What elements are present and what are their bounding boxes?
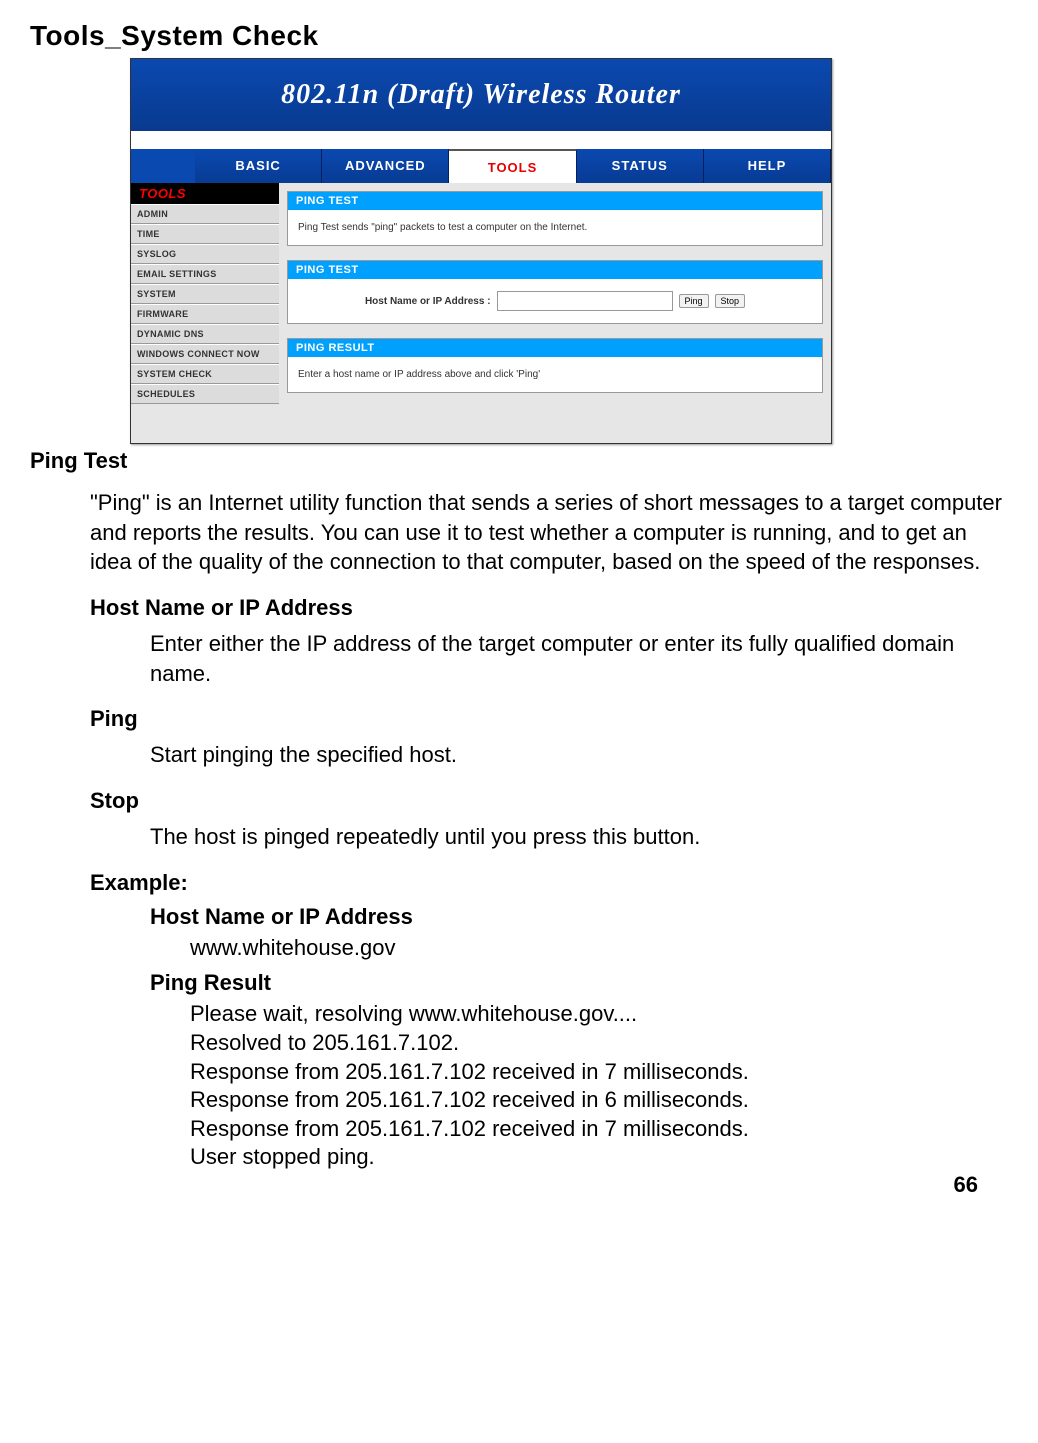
help-example-host-value: www.whitehouse.gov — [190, 934, 1008, 963]
tab-basic[interactable]: BASIC — [195, 149, 322, 183]
help-stop-body: The host is pinged repeatedly until you … — [150, 822, 1008, 852]
sidebar-item-syslog[interactable]: SYSLOG — [131, 244, 279, 264]
sidebar-item-schedules[interactable]: SCHEDULES — [131, 384, 279, 404]
host-ip-label: Host Name or IP Address : — [365, 296, 491, 307]
sidebar-item-time[interactable]: TIME — [131, 224, 279, 244]
help-example-host-heading: Host Name or IP Address — [150, 904, 1008, 930]
router-banner: 802.11n (Draft) Wireless Router — [131, 59, 831, 131]
panel-ping-intro: PING TEST Ping Test sends "ping" packets… — [287, 191, 823, 246]
sidebar-item-firmware[interactable]: FIRMWARE — [131, 304, 279, 324]
host-ip-input[interactable] — [497, 291, 673, 311]
sidebar-item-windows-connect-now[interactable]: WINDOWS CONNECT NOW — [131, 344, 279, 364]
help-host-heading: Host Name or IP Address — [90, 595, 1008, 621]
sidebar-item-admin[interactable]: ADMIN — [131, 204, 279, 224]
help-ping-heading: Ping — [90, 706, 1008, 732]
help-ping-test-heading: Ping Test — [30, 448, 1008, 474]
page-title: Tools_System Check — [30, 20, 1008, 52]
ping-line: User stopped ping. — [190, 1143, 1008, 1172]
router-content: PING TEST Ping Test sends "ping" packets… — [279, 183, 831, 443]
ping-line: Response from 205.161.7.102 received in … — [190, 1058, 1008, 1087]
panel-header-ping-result: PING RESULT — [288, 339, 822, 357]
panel-header-ping-form: PING TEST — [288, 261, 822, 279]
ping-line: Response from 205.161.7.102 received in … — [190, 1086, 1008, 1115]
panel-body-ping-intro: Ping Test sends "ping" packets to test a… — [288, 210, 822, 245]
sidebar-item-system[interactable]: SYSTEM — [131, 284, 279, 304]
help-ping-body: Start pinging the specified host. — [150, 740, 1008, 770]
router-ui-screenshot: 802.11n (Draft) Wireless Router BASIC AD… — [130, 58, 832, 444]
router-sidebar: TOOLS ADMIN TIME SYSLOG EMAIL SETTINGS S… — [131, 183, 279, 443]
sidebar-item-email-settings[interactable]: EMAIL SETTINGS — [131, 264, 279, 284]
panel-ping-result: PING RESULT Enter a host name or IP addr… — [287, 338, 823, 393]
ping-line: Response from 205.161.7.102 received in … — [190, 1115, 1008, 1144]
tab-help[interactable]: HELP — [704, 149, 831, 183]
tab-status[interactable]: STATUS — [577, 149, 704, 183]
panel-body-ping-result: Enter a host name or IP address above an… — [288, 357, 822, 392]
help-example-heading: Example: — [90, 870, 1008, 896]
sidebar-item-system-check[interactable]: SYSTEM CHECK — [131, 364, 279, 384]
ping-line: Resolved to 205.161.7.102. — [190, 1029, 1008, 1058]
help-stop-heading: Stop — [90, 788, 1008, 814]
sidebar-item-dynamic-dns[interactable]: DYNAMIC DNS — [131, 324, 279, 344]
help-example-ping-lines: Please wait, resolving www.whitehouse.go… — [30, 1000, 1008, 1172]
tab-tools[interactable]: TOOLS — [449, 149, 576, 183]
panel-ping-form: PING TEST Host Name or IP Address : Ping… — [287, 260, 823, 324]
panel-header-ping-intro: PING TEST — [288, 192, 822, 210]
help-ping-test-body: "Ping" is an Internet utility function t… — [90, 488, 1008, 577]
stop-button[interactable]: Stop — [715, 294, 746, 308]
ping-button[interactable]: Ping — [679, 294, 709, 308]
help-example-result-heading: Ping Result — [150, 970, 1008, 996]
help-host-body: Enter either the IP address of the targe… — [150, 629, 1008, 688]
ping-line: Please wait, resolving www.whitehouse.go… — [190, 1000, 1008, 1029]
tab-advanced[interactable]: ADVANCED — [322, 149, 449, 183]
page-number: 66 — [954, 1172, 978, 1198]
sidebar-header: TOOLS — [131, 183, 279, 204]
router-nav: BASIC ADVANCED TOOLS STATUS HELP — [131, 131, 831, 183]
